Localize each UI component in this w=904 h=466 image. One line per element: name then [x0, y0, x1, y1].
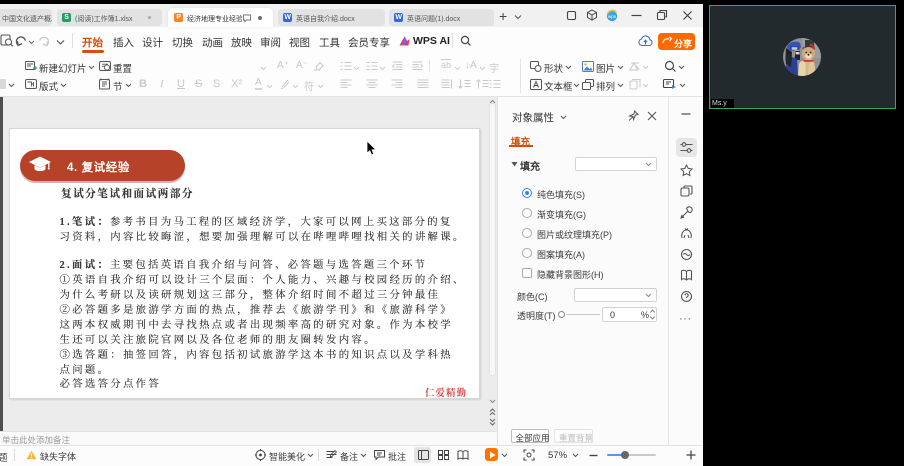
svg-text:wps: wps	[608, 14, 617, 19]
